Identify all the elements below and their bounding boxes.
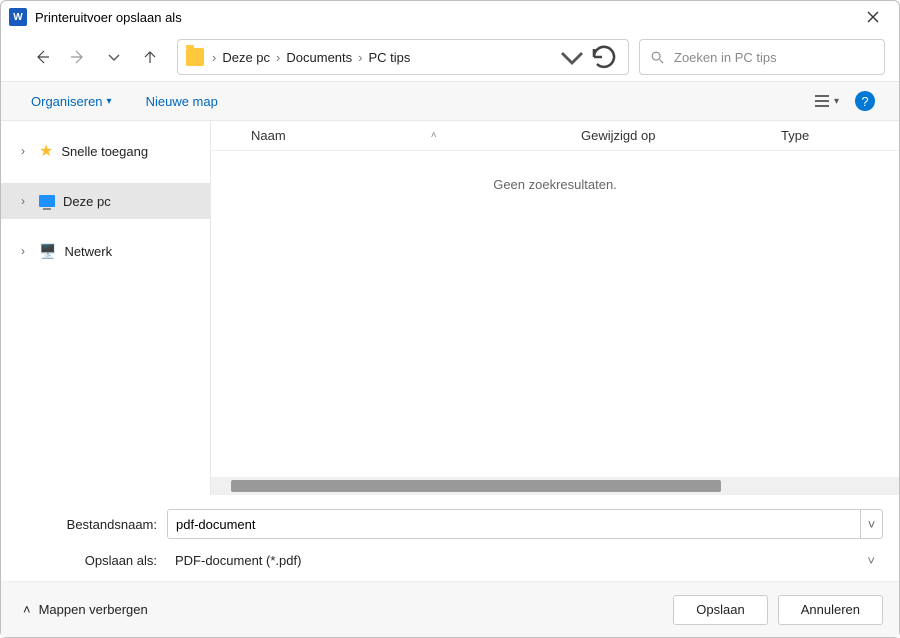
column-name[interactable]: Naam ˄ — [211, 128, 581, 143]
chevron-right-icon: › — [21, 194, 31, 208]
back-button[interactable] — [25, 42, 59, 72]
search-icon — [650, 50, 664, 64]
nav-row: › Deze pc › Documents › PC tips Zoeken i… — [1, 33, 899, 81]
title-bar: W Printeruitvoer opslaan als — [1, 1, 899, 33]
column-modified[interactable]: Gewijzigd op — [581, 128, 781, 143]
column-label: Naam — [251, 128, 286, 143]
close-button[interactable] — [855, 1, 891, 33]
sidebar-item-this-pc[interactable]: › Deze pc — [1, 183, 210, 219]
sidebar-item-label: Netwerk — [64, 244, 112, 259]
search-placeholder: Zoeken in PC tips — [674, 50, 777, 65]
forward-button[interactable] — [61, 42, 95, 72]
breadcrumb-mid[interactable]: Documents — [282, 50, 356, 65]
sidebar-item-label: Deze pc — [63, 194, 111, 209]
filetype-label: Opslaan als: — [17, 553, 167, 568]
nav-sidebar: › ★ Snelle toegang › Deze pc › 🖥️ Netwer… — [1, 121, 211, 495]
arrow-up-icon — [142, 49, 158, 65]
dialog-body: › ★ Snelle toegang › Deze pc › 🖥️ Netwer… — [1, 121, 899, 495]
chevron-down-icon: ˅ — [867, 553, 875, 568]
chevron-right-icon: › — [274, 50, 282, 65]
save-label: Opslaan — [696, 602, 744, 617]
chevron-down-icon — [106, 49, 122, 65]
monitor-icon — [39, 195, 55, 207]
close-icon — [867, 11, 879, 23]
refresh-icon — [588, 41, 620, 73]
file-list-area: Naam ˄ Gewijzigd op Type Geen zoekresult… — [211, 121, 899, 495]
save-button[interactable]: Opslaan — [673, 595, 767, 625]
column-label: Type — [781, 128, 809, 143]
new-folder-label: Nieuwe map — [146, 94, 218, 109]
action-bar: ˄ Mappen verbergen Opslaan Annuleren — [1, 581, 899, 637]
help-button[interactable]: ? — [855, 91, 875, 111]
hide-folders-toggle[interactable]: ˄ Mappen verbergen — [23, 602, 148, 617]
chevron-right-icon: › — [356, 50, 364, 65]
empty-text: Geen zoekresultaten. — [493, 177, 617, 477]
scrollbar-thumb[interactable] — [231, 480, 721, 492]
filetype-value: PDF-document (*.pdf) — [175, 553, 301, 568]
chevron-down-icon: ▾ — [107, 96, 112, 107]
up-button[interactable] — [133, 42, 167, 72]
organize-label: Organiseren — [31, 94, 103, 109]
horizontal-scrollbar[interactable] — [211, 477, 899, 495]
hide-folders-label: Mappen verbergen — [39, 602, 148, 617]
address-dropdown[interactable] — [556, 41, 588, 73]
sidebar-item-label: Snelle toegang — [61, 144, 148, 159]
address-bar[interactable]: › Deze pc › Documents › PC tips — [177, 39, 629, 75]
filetype-select[interactable]: PDF-document (*.pdf) ˅ — [167, 547, 883, 573]
breadcrumb-root[interactable]: Deze pc — [218, 50, 274, 65]
sidebar-item-network[interactable]: › 🖥️ Netwerk — [1, 233, 210, 269]
recent-dropdown[interactable] — [97, 42, 131, 72]
chevron-right-icon: › — [210, 50, 218, 65]
chevron-right-icon: › — [21, 244, 31, 258]
save-form: Bestandsnaam: ˅ Opslaan als: PDF-documen… — [1, 495, 899, 581]
network-icon: 🖥️ — [39, 243, 56, 260]
breadcrumb-leaf[interactable]: PC tips — [364, 50, 414, 65]
column-headers: Naam ˄ Gewijzigd op Type — [211, 121, 899, 151]
chevron-down-icon: ▾ — [834, 96, 839, 107]
sort-ascending-icon: ˄ — [431, 130, 437, 141]
arrow-right-icon — [70, 49, 86, 65]
help-icon: ? — [861, 94, 868, 109]
refresh-button[interactable] — [588, 41, 620, 73]
filename-input[interactable] — [168, 510, 860, 538]
toolbar: Organiseren ▾ Nieuwe map ▾ ? — [1, 81, 899, 121]
cancel-button[interactable]: Annuleren — [778, 595, 883, 625]
chevron-down-icon: ˅ — [868, 517, 876, 532]
arrow-left-icon — [34, 49, 50, 65]
chevron-right-icon: › — [21, 144, 31, 158]
empty-results: Geen zoekresultaten. — [211, 151, 899, 477]
column-type[interactable]: Type — [781, 128, 899, 143]
filename-dropdown[interactable]: ˅ — [860, 510, 882, 538]
view-options-button[interactable]: ▾ — [814, 94, 839, 108]
new-folder-button[interactable]: Nieuwe map — [140, 90, 224, 113]
column-label: Gewijzigd op — [581, 128, 655, 143]
window-title: Printeruitvoer opslaan als — [35, 10, 855, 25]
folder-icon — [186, 48, 204, 66]
word-app-icon: W — [9, 8, 27, 26]
save-dialog: W Printeruitvoer opslaan als › Deze pc ›… — [0, 0, 900, 638]
star-icon: ★ — [39, 141, 53, 161]
sidebar-item-quick-access[interactable]: › ★ Snelle toegang — [1, 133, 210, 169]
list-view-icon — [814, 94, 830, 108]
filename-field-wrap: ˅ — [167, 509, 883, 539]
search-input[interactable]: Zoeken in PC tips — [639, 39, 885, 75]
chevron-down-icon — [556, 41, 588, 73]
cancel-label: Annuleren — [801, 602, 860, 617]
filename-label: Bestandsnaam: — [17, 517, 167, 532]
organize-menu[interactable]: Organiseren ▾ — [25, 90, 118, 113]
chevron-up-icon: ˄ — [23, 602, 31, 617]
